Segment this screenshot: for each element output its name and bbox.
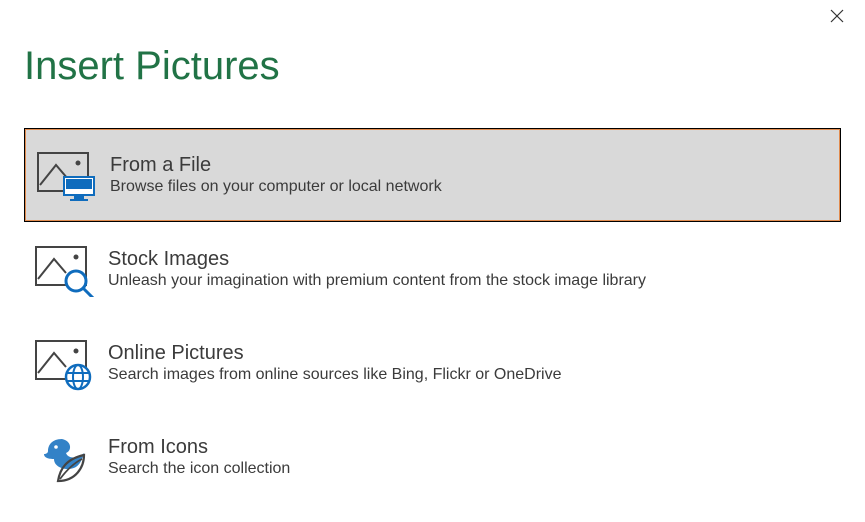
- from-icons-icon: [30, 427, 100, 487]
- option-stock-images[interactable]: Stock Images Unleash your imagination wi…: [24, 222, 841, 316]
- option-from-icons[interactable]: From Icons Search the icon collection: [24, 410, 841, 504]
- option-description: Search images from online sources like B…: [108, 366, 835, 384]
- option-title: From a File: [110, 154, 833, 176]
- option-title: Stock Images: [108, 248, 835, 270]
- option-description: Browse files on your computer or local n…: [110, 178, 833, 196]
- option-from-a-file[interactable]: From a File Browse files on your compute…: [24, 128, 841, 222]
- option-description: Search the icon collection: [108, 460, 835, 478]
- option-title: From Icons: [108, 436, 835, 458]
- close-icon: [830, 9, 844, 28]
- dialog-title: Insert Pictures: [24, 44, 280, 89]
- from-file-icon: [32, 145, 102, 205]
- option-online-pictures[interactable]: Online Pictures Search images from onlin…: [24, 316, 841, 410]
- online-pictures-icon: [30, 333, 100, 393]
- option-title: Online Pictures: [108, 342, 835, 364]
- option-description: Unleash your imagination with premium co…: [108, 272, 835, 290]
- close-button[interactable]: [827, 8, 847, 28]
- stock-images-icon: [30, 239, 100, 299]
